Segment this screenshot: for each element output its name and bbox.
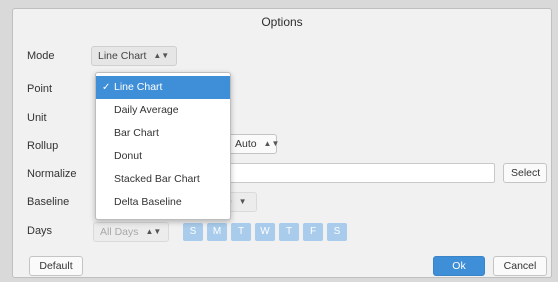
cancel-button[interactable]: Cancel <box>493 256 547 276</box>
ok-button[interactable]: Ok <box>433 256 485 276</box>
chevron-down-icon: ▼ <box>238 197 247 206</box>
days-label: Days <box>27 225 53 237</box>
menu-item-label: Donut <box>114 150 143 162</box>
menu-item-label: Stacked Bar Chart <box>114 173 200 185</box>
normalize-input[interactable] <box>219 163 495 183</box>
mode-label: Mode <box>27 50 55 62</box>
unit-label: Unit <box>27 112 47 124</box>
checkmark-icon: ✓ <box>102 82 111 93</box>
menu-item-delta-baseline[interactable]: Delta Baseline <box>96 191 230 214</box>
baseline-label: Baseline <box>27 196 70 208</box>
days-select-value: All Days <box>100 226 139 238</box>
menu-item-label: Delta Baseline <box>114 196 182 208</box>
point-label: Point <box>27 83 53 95</box>
select-button[interactable]: Select <box>503 163 547 183</box>
weekday-toggle-sunday[interactable]: S <box>183 223 203 241</box>
weekday-toggles: S M T W T F S <box>183 223 347 241</box>
days-select[interactable]: All Days ▲▼ <box>93 222 169 242</box>
normalize-label: Normalize <box>27 168 77 180</box>
menu-item-stacked-bar-chart[interactable]: Stacked Bar Chart <box>96 168 230 191</box>
default-button[interactable]: Default <box>29 256 83 276</box>
rollup-select-value: Auto <box>235 138 257 150</box>
weekday-toggle-wednesday[interactable]: W <box>255 223 275 241</box>
weekday-toggle-monday[interactable]: M <box>207 223 227 241</box>
mode-select-value: Line Chart <box>98 50 147 62</box>
menu-item-label: Daily Average <box>114 104 179 116</box>
rollup-select[interactable]: Auto ▲▼ <box>227 134 280 154</box>
options-dialog: Options Mode Point Unit Rollup Normalize… <box>12 8 552 278</box>
menu-item-donut[interactable]: Donut <box>96 145 230 168</box>
weekday-toggle-thursday[interactable]: T <box>279 223 299 241</box>
up-down-arrows-icon: ▲▼ <box>153 51 170 60</box>
menu-item-label: Line Chart <box>114 81 163 93</box>
weekday-toggle-saturday[interactable]: S <box>327 223 347 241</box>
menu-item-line-chart[interactable]: ✓ Line Chart <box>96 76 230 99</box>
menu-item-bar-chart[interactable]: Bar Chart <box>96 122 230 145</box>
weekday-toggle-tuesday[interactable]: T <box>231 223 251 241</box>
weekday-toggle-friday[interactable]: F <box>303 223 323 241</box>
up-down-arrows-icon: ▲▼ <box>145 227 162 236</box>
rollup-label: Rollup <box>27 140 59 152</box>
menu-item-daily-average[interactable]: Daily Average <box>96 99 230 122</box>
mode-select[interactable]: Line Chart ▲▼ <box>91 46 177 66</box>
menu-item-label: Bar Chart <box>114 127 159 139</box>
dialog-title: Options <box>261 15 303 29</box>
up-down-arrows-icon: ▲▼ <box>263 139 280 148</box>
mode-dropdown-menu: ✓ Line Chart Daily Average Bar Chart Don… <box>95 72 231 220</box>
